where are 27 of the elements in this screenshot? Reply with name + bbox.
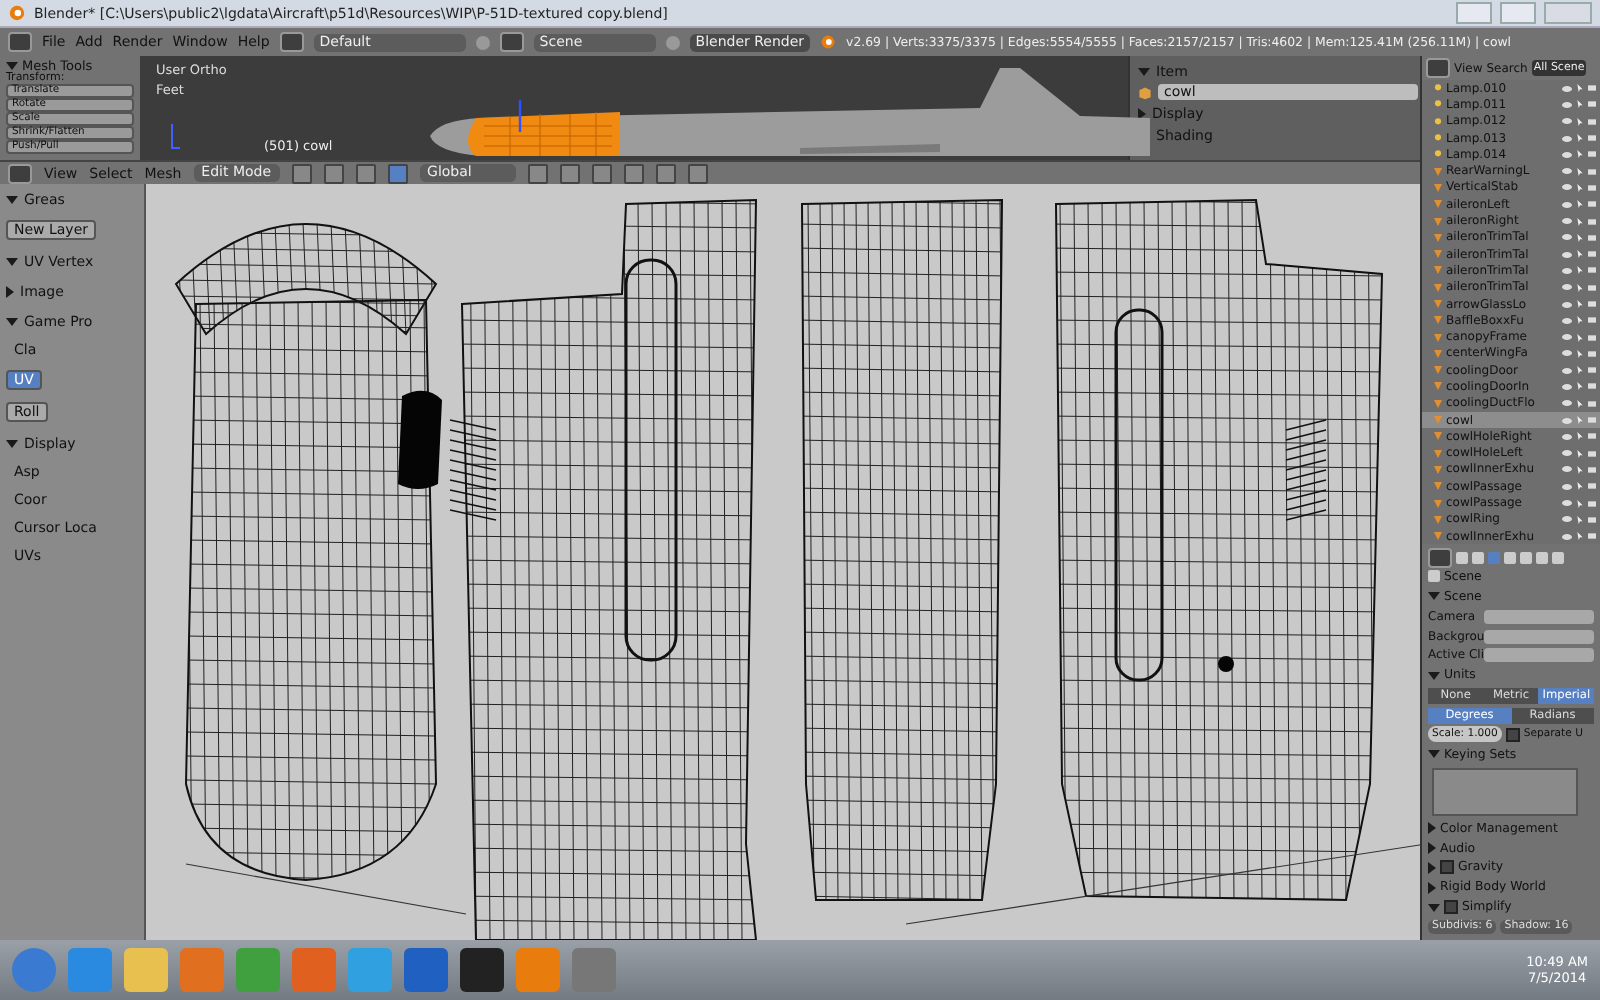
object-field[interactable] — [1484, 629, 1594, 644]
cube-icon — [1138, 85, 1152, 99]
expand-arrow-icon[interactable] — [1138, 107, 1146, 119]
collapse-arrow-icon[interactable] — [6, 195, 18, 203]
expand-arrow-icon[interactable] — [1428, 881, 1436, 894]
object-field[interactable] — [1484, 648, 1594, 663]
checkbox[interactable] — [1505, 727, 1520, 742]
keying-sets-list[interactable] — [1432, 767, 1578, 816]
collapse-arrow-icon[interactable] — [6, 439, 18, 447]
checkbox[interactable] — [1440, 860, 1454, 875]
checkbox[interactable] — [1444, 900, 1458, 915]
start-button[interactable] — [12, 948, 56, 992]
minimize-button[interactable] — [1456, 2, 1492, 24]
expand-arrow-icon[interactable] — [6, 285, 14, 297]
axis-gizmo-icon — [168, 124, 180, 152]
collapse-arrow-icon[interactable] — [6, 317, 18, 325]
expand-arrow-icon[interactable] — [1428, 822, 1436, 835]
app-logo-icon — [8, 4, 26, 22]
collapse-arrow-icon[interactable] — [1428, 671, 1440, 680]
collapse-arrow-icon[interactable] — [1428, 592, 1440, 601]
collapse-arrow-icon[interactable] — [1138, 67, 1150, 75]
maximize-button[interactable] — [1500, 2, 1536, 24]
collapse-arrow-icon[interactable] — [6, 61, 18, 69]
app-logo-icon — [820, 34, 837, 50]
object-field[interactable] — [1484, 609, 1594, 624]
collapse-arrow-icon[interactable] — [6, 257, 18, 265]
collapse-arrow-icon[interactable] — [1428, 750, 1440, 759]
